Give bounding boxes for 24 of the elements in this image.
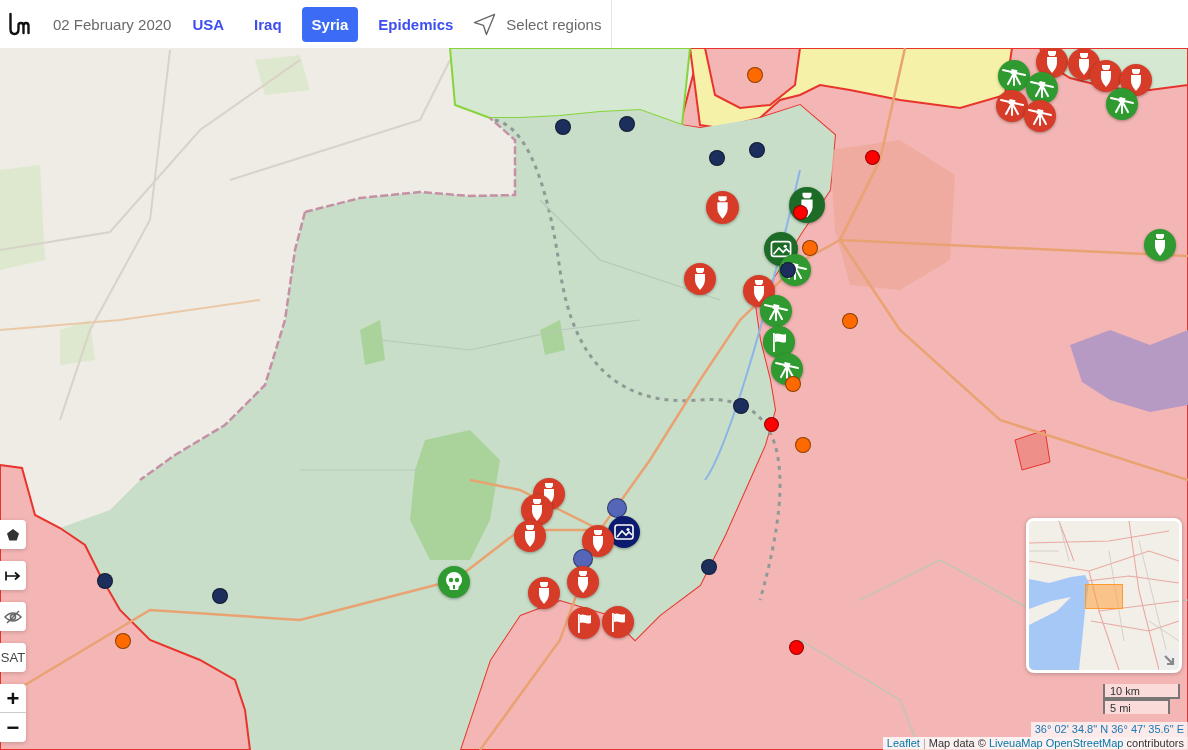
measure-button[interactable] (0, 561, 26, 590)
satellite-button[interactable]: SAT (0, 643, 26, 672)
polygon-tool-button[interactable] (0, 520, 26, 549)
visibility-toggle-button[interactable] (0, 602, 26, 631)
minimap-toggle-button[interactable] (1159, 650, 1179, 670)
eye-slash-icon (4, 609, 22, 624)
coordinates-text: 36° 02' 34.8" N 36° 47' 35.6" E (1030, 722, 1188, 737)
attribution-text: Leaflet | Map data © LiveuaMap OpenStreetMap contributors (882, 737, 1188, 750)
zoom-out-button[interactable]: − (0, 713, 26, 742)
attribution-link[interactable]: Leaflet (886, 737, 920, 749)
zoom-in-button[interactable]: + (0, 684, 26, 713)
navigation-arrow-icon (473, 12, 497, 36)
region-tab[interactable]: Syria (301, 6, 359, 42)
region-tab[interactable]: USA (182, 6, 235, 42)
region-tab[interactable]: Iraq (244, 6, 292, 42)
diagonal-arrow-icon (1163, 654, 1175, 666)
pentagon-icon (6, 527, 20, 542)
logo-icon[interactable] (8, 12, 30, 36)
date-text: 02 February 2020 (53, 15, 172, 33)
select-regions-button[interactable]: Select regions (473, 12, 602, 36)
attribution-link[interactable]: LiveuaMap (988, 737, 1043, 749)
attribution-link[interactable]: OpenStreetMap (1045, 737, 1124, 749)
arrow-from-bar-icon (5, 569, 21, 582)
region-tab[interactable]: Epidemics (368, 6, 464, 42)
